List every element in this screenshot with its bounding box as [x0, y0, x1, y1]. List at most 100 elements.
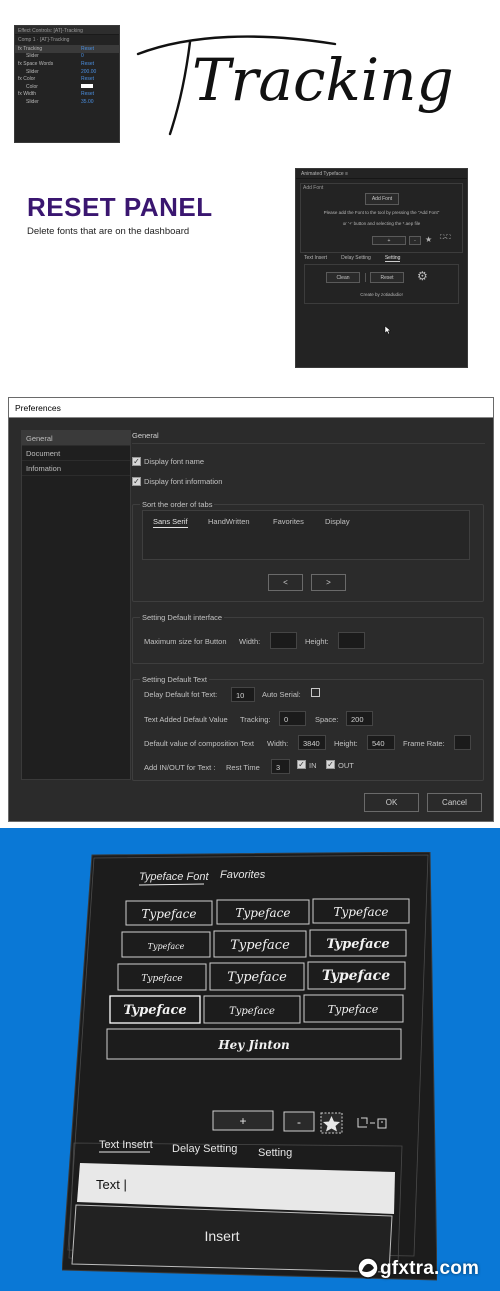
minus-button[interactable]: -	[409, 236, 421, 245]
move-right-button[interactable]: >	[311, 574, 346, 591]
expand-collapse-icon[interactable]: ⛶-⛶	[440, 235, 450, 242]
max-size-label: Maximum size for Button	[144, 637, 227, 646]
font-tile-label: Typeface	[236, 906, 291, 920]
comp-height-input[interactable]: 540	[367, 735, 395, 750]
effect-value[interactable]: Reset	[81, 61, 119, 67]
tab-delay-setting[interactable]: Delay Setting	[341, 255, 371, 262]
space-label: Space:	[315, 715, 339, 724]
default-text-label: Setting Default Text	[140, 675, 209, 684]
panel-menu-icon[interactable]: ≡	[345, 171, 348, 177]
button-height-label: Height:	[305, 637, 329, 646]
reset-panel-heading: RESET PANEL	[27, 192, 213, 222]
font-tile-label: Typeface	[334, 905, 389, 919]
display-font-name-checkbox[interactable]: ✓	[132, 457, 141, 466]
auto-serial-checkbox[interactable]	[311, 688, 320, 697]
tab-setting[interactable]: Setting	[258, 1147, 292, 1159]
font-tile-label: Typeface	[227, 970, 287, 985]
effect-name: fx Tracking	[18, 45, 43, 52]
add-font-button[interactable]: Add Font	[365, 193, 399, 205]
font-tile-label: Typeface	[229, 1006, 275, 1017]
sort-tab-sans-serif[interactable]: Sans Serif	[153, 517, 188, 528]
button-height-input[interactable]	[338, 632, 365, 649]
tab-favorites[interactable]: Favorites	[220, 869, 266, 881]
preferences-title: Preferences	[9, 398, 493, 418]
tracking-script-text: Tracking	[192, 46, 454, 114]
comp-width-input[interactable]: 3840	[298, 735, 326, 750]
insert-button-label: Insert	[204, 1228, 239, 1244]
sort-tab-favorites[interactable]: Favorites	[273, 517, 304, 526]
tab-delay-setting[interactable]: Delay Setting	[172, 1143, 237, 1155]
button-width-input[interactable]	[270, 632, 297, 649]
reset-button[interactable]: Reset	[370, 272, 404, 283]
space-input[interactable]: 200	[346, 711, 373, 726]
nav-item-general[interactable]: General	[22, 431, 130, 446]
ok-button[interactable]: OK	[364, 793, 419, 812]
effect-row-tracking[interactable]: fx Tracking Reset	[15, 45, 119, 53]
effect-row-slider[interactable]: Slider 0	[15, 53, 119, 61]
font-tile-label: Typeface	[148, 942, 185, 951]
inout-label: Add IN/OUT for Text :	[144, 763, 216, 772]
reset-panel-subheading: Delete fonts that are on the dashboard	[27, 226, 190, 237]
effect-controls-title: Effect Controls: [AT]-Tracking	[15, 26, 119, 35]
preferences-nav: General Document Infomation	[21, 430, 131, 780]
in-label: IN	[309, 761, 317, 770]
button-width-label: Width:	[239, 637, 261, 646]
clean-button[interactable]: Clean	[326, 272, 360, 283]
effect-name: Slider	[26, 68, 39, 75]
effect-name: fx Color	[18, 76, 36, 83]
tab-text-insert[interactable]: Text Insetrt	[99, 1139, 153, 1151]
credit-text: Create by zotiadudio!	[360, 292, 403, 297]
in-checkbox[interactable]: ✓	[297, 760, 306, 769]
effect-value[interactable]: Reset	[81, 46, 119, 52]
animated-typeface-panel: Animated Typeface ≡ Add Font Add Font Pl…	[295, 168, 468, 368]
effect-name: fx Space Words	[18, 60, 54, 67]
effect-row-width[interactable]: fx Width Reset	[15, 91, 119, 99]
frame-rate-input[interactable]	[454, 735, 471, 750]
color-swatch[interactable]	[81, 83, 93, 88]
plus-button[interactable]: +	[372, 236, 406, 245]
watermark-logo-icon	[357, 1257, 379, 1279]
cancel-button[interactable]: Cancel	[427, 793, 482, 812]
nav-item-infomation[interactable]: Infomation	[22, 461, 130, 476]
sort-tabs-list: Sans Serif HandWritten Favorites Display	[142, 510, 470, 560]
comp-default-label: Default value of composition Text	[144, 739, 254, 748]
effect-row-slider[interactable]: Slider 200.00	[15, 68, 119, 76]
move-left-button[interactable]: <	[268, 574, 303, 591]
effect-row-space-words[interactable]: fx Space Words Reset	[15, 60, 119, 68]
effect-row-color-swatch[interactable]: Color	[15, 83, 119, 91]
effect-name: fx Width	[18, 91, 37, 98]
star-icon[interactable]: ★	[425, 235, 432, 244]
add-font-instructions-2: or '+' button and selecting the *.aep fi…	[342, 221, 421, 226]
sort-tab-handwritten[interactable]: HandWritten	[208, 517, 250, 526]
effect-value[interactable]: 200.00	[81, 69, 119, 75]
added-value-label: Text Added Default Value	[144, 715, 228, 724]
effect-value[interactable]: Reset	[81, 76, 119, 82]
watermark-text: gfxtra.com	[380, 1258, 480, 1279]
font-tile-label: Typeface	[141, 974, 182, 984]
display-font-info-label: Display font information	[144, 477, 223, 486]
sort-tab-display[interactable]: Display	[325, 517, 350, 526]
setting-group	[304, 264, 459, 304]
effect-value[interactable]: 0	[81, 53, 119, 59]
tracking-input[interactable]: 0	[279, 711, 306, 726]
effect-value[interactable]: 35.00	[81, 99, 119, 105]
font-tile-label: Typeface	[328, 1003, 379, 1016]
tab-text-insert[interactable]: Text Insert	[304, 255, 327, 262]
separator	[365, 273, 366, 282]
rest-time-input[interactable]: 3	[271, 759, 290, 774]
delay-input[interactable]: 10	[231, 687, 255, 702]
effect-value[interactable]: Reset	[81, 91, 119, 97]
nav-item-document[interactable]: Document	[22, 446, 130, 461]
effect-row-color[interactable]: fx Color Reset	[15, 75, 119, 83]
preferences-window: Preferences General Document Infomation …	[8, 397, 494, 822]
display-font-info-checkbox[interactable]: ✓	[132, 477, 141, 486]
comp-label: Comp 1 · [AT]-Tracking	[18, 37, 70, 43]
tab-setting[interactable]: Setting	[384, 255, 401, 262]
frame-rate-label: Frame Rate:	[403, 739, 445, 748]
effect-row-slider[interactable]: Slider 35.00	[15, 98, 119, 106]
out-label: OUT	[338, 761, 354, 770]
tab-typeface-font[interactable]: Typeface Font	[139, 871, 209, 883]
minus-button-label: -	[297, 1115, 301, 1129]
gear-icon[interactable]: ⚙	[417, 269, 428, 283]
out-checkbox[interactable]: ✓	[326, 760, 335, 769]
